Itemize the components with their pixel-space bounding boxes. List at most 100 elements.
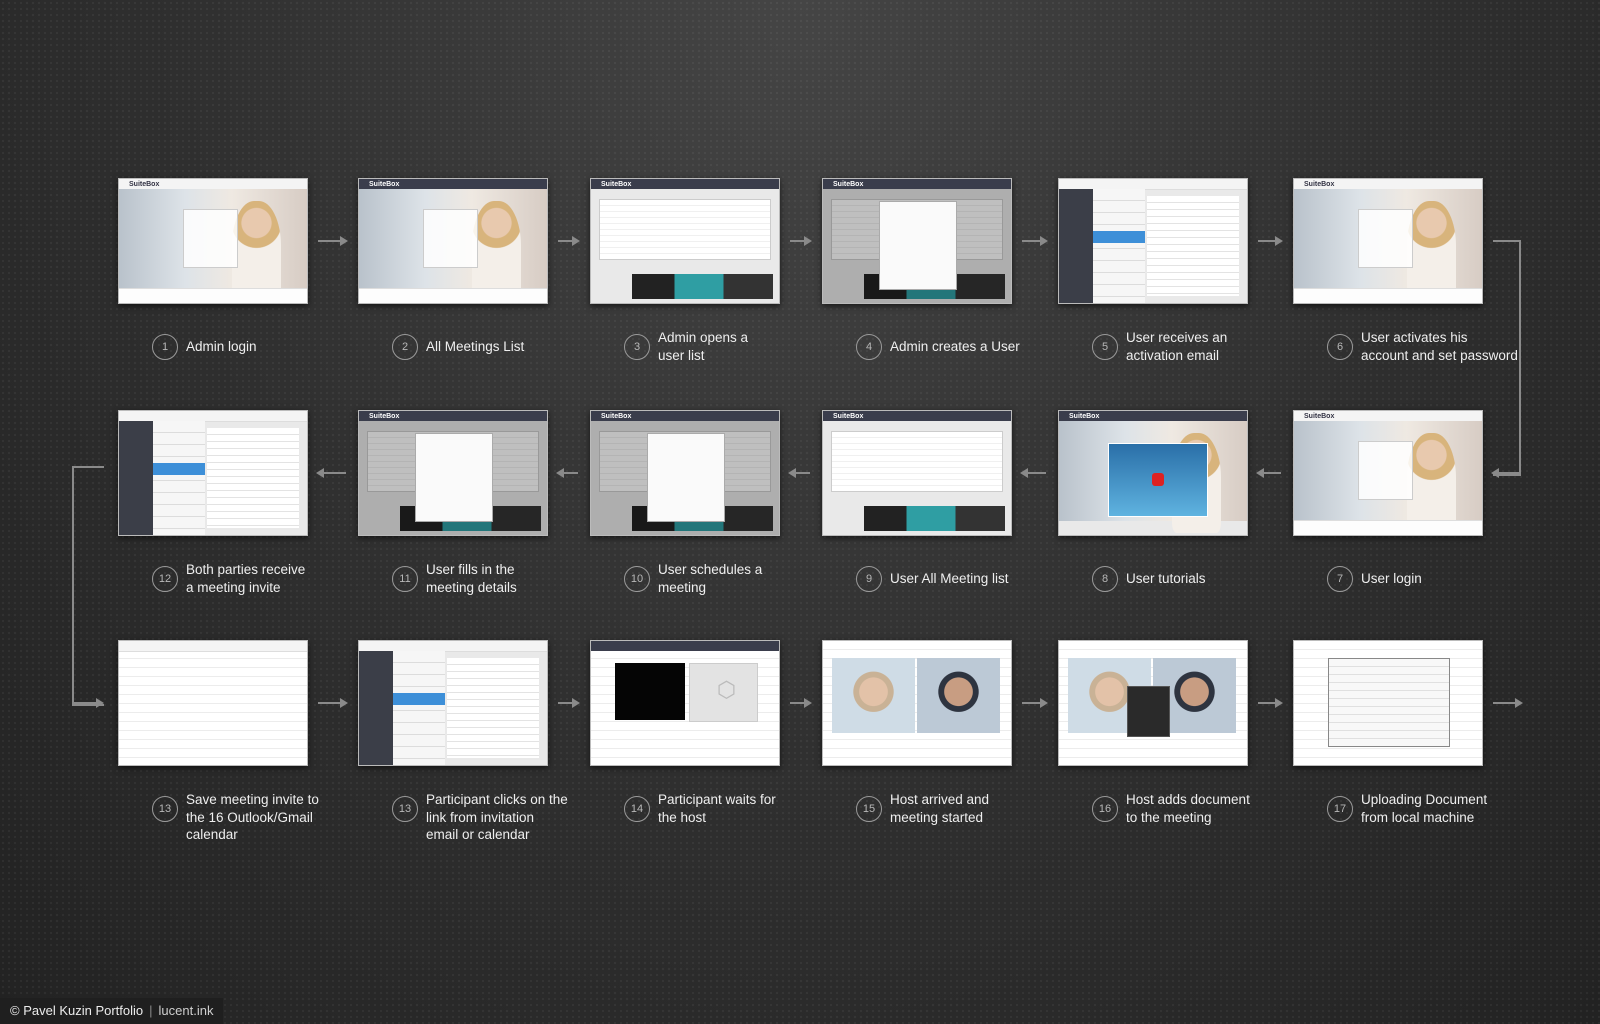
arrow-left-icon — [316, 468, 346, 478]
step-label: All Meetings List — [426, 339, 525, 354]
outlook-window — [119, 641, 307, 765]
step-label: User fills in the meeting details — [426, 562, 517, 595]
step-label: Save meeting invite to the 16 Outlook/Gm… — [186, 792, 319, 842]
suitebox-logo: SuiteBox — [601, 413, 632, 420]
user-table — [598, 198, 772, 261]
arrow-right-icon — [558, 236, 580, 246]
credit-separator: | — [149, 1003, 153, 1018]
step-label: User receives an activation email — [1126, 330, 1228, 363]
flow-step: SuiteBox — [822, 640, 1012, 766]
flow-step — [358, 640, 548, 766]
flow-step: SuiteBox — [358, 178, 548, 304]
arrow-right-icon — [318, 236, 348, 246]
screen-thumbnail[interactable]: SuiteBox — [358, 410, 548, 536]
screen-thumbnail[interactable]: SuiteBox — [822, 410, 1012, 536]
screen-thumbnail[interactable]: SuiteBox — [1058, 640, 1248, 766]
suitebox-logo: SuiteBox — [1304, 181, 1335, 188]
step-number: 2 — [392, 334, 418, 360]
screen-thumbnail[interactable]: SuiteBox — [1293, 410, 1483, 536]
mail-sidebar — [1059, 189, 1093, 303]
step-number: 16 — [1092, 796, 1118, 822]
arrow-left-icon — [788, 468, 810, 478]
step-number: 6 — [1327, 334, 1353, 360]
suitebox-logo: SuiteBox — [129, 181, 160, 188]
flow-step — [118, 640, 308, 766]
outlook-ribbon — [119, 641, 307, 652]
screen-thumbnail[interactable]: SuiteBox — [1058, 410, 1248, 536]
step-label: User login — [1361, 571, 1422, 586]
step-number: 1 — [152, 334, 178, 360]
arrow-right-icon — [1022, 698, 1048, 708]
step-number: 12 — [152, 566, 178, 592]
step-label: Participant waits for the host — [658, 792, 776, 825]
create-user-modal — [879, 201, 957, 291]
mail-list — [1092, 189, 1146, 303]
selected-mail — [1092, 231, 1146, 244]
credit-site-link[interactable]: lucent.ink — [159, 1003, 214, 1018]
mail-list — [392, 651, 446, 765]
flow-step: SuiteBox — [822, 178, 1012, 304]
flow-step: SuiteBox — [1293, 178, 1483, 304]
mail-body — [447, 658, 540, 758]
step-label: Uploading Document from local machine — [1361, 792, 1488, 825]
video-tiles — [864, 506, 1006, 532]
step-label: User tutorials — [1126, 571, 1206, 586]
step-number: 17 — [1327, 796, 1353, 822]
step-label: Admin opens a user list — [658, 330, 749, 363]
flow-step: SuiteBox — [590, 178, 780, 304]
play-icon[interactable] — [1151, 472, 1164, 486]
connector-right — [1493, 240, 1521, 476]
flow-step: SuiteBox — [1293, 410, 1483, 536]
hero-person — [471, 201, 521, 301]
step-number: 5 — [1092, 334, 1118, 360]
login-dialog — [1357, 208, 1413, 268]
screen-thumbnail[interactable] — [358, 640, 548, 766]
step-number: 9 — [856, 566, 882, 592]
selected-mail — [392, 693, 446, 706]
step-label: Host arrived and meeting started — [890, 792, 990, 825]
mail-sidebar — [119, 421, 153, 535]
suitebox-logo: SuiteBox — [1069, 413, 1100, 420]
video-tiles — [632, 274, 774, 300]
step-label: Host adds document to the meeting — [1126, 792, 1250, 825]
screen-thumbnail[interactable]: SuiteBox — [118, 178, 308, 304]
screen-thumbnail[interactable] — [590, 640, 780, 766]
flow-step: SuiteBox — [358, 410, 548, 536]
portfolio-credit: © Pavel Kuzin Portfolio | lucent.ink — [0, 998, 224, 1024]
footer-strip — [359, 288, 547, 303]
footer-strip — [119, 288, 307, 303]
schedule-meeting-modal — [415, 433, 493, 523]
screen-thumbnail[interactable] — [118, 410, 308, 536]
user-flow-diagram: SuiteBox 1 Admin login SuiteBox 2 All Meeting… — [0, 0, 1600, 1024]
arrow-right-icon — [72, 698, 104, 708]
selected-mail — [152, 463, 206, 476]
screen-thumbnail[interactable]: SuiteBox — [1293, 640, 1483, 766]
flow-step — [118, 410, 308, 536]
add-document-menu — [1126, 685, 1171, 738]
step-number: 10 — [624, 566, 650, 592]
flow-step: SuiteBox — [590, 410, 780, 536]
login-dialog — [1357, 440, 1413, 500]
participant-video — [917, 658, 1000, 733]
suitebox-logo: SuiteBox — [833, 181, 864, 188]
screen-thumbnail[interactable]: SuiteBox — [590, 410, 780, 536]
screen-thumbnail[interactable] — [118, 640, 308, 766]
screen-thumbnail[interactable]: SuiteBox — [822, 178, 1012, 304]
host-video — [832, 658, 916, 733]
arrow-left-icon — [556, 468, 578, 478]
mail-list — [152, 421, 206, 535]
screen-thumbnail[interactable] — [1058, 178, 1248, 304]
arrow-left-icon — [1020, 468, 1046, 478]
tutorial-video — [1107, 443, 1208, 518]
suitebox-logo: SuiteBox — [1304, 413, 1335, 420]
flow-step — [590, 640, 780, 766]
arrow-right-icon — [1258, 236, 1283, 246]
screen-thumbnail[interactable]: SuiteBox — [590, 178, 780, 304]
step-number: 4 — [856, 334, 882, 360]
step-number: 8 — [1092, 566, 1118, 592]
screen-thumbnail[interactable]: SuiteBox — [358, 178, 548, 304]
screen-thumbnail[interactable]: SuiteBox — [1293, 178, 1483, 304]
arrow-right-icon — [1022, 236, 1048, 246]
screen-thumbnail[interactable]: SuiteBox — [822, 640, 1012, 766]
credit-author: © Pavel Kuzin Portfolio — [10, 1003, 144, 1018]
